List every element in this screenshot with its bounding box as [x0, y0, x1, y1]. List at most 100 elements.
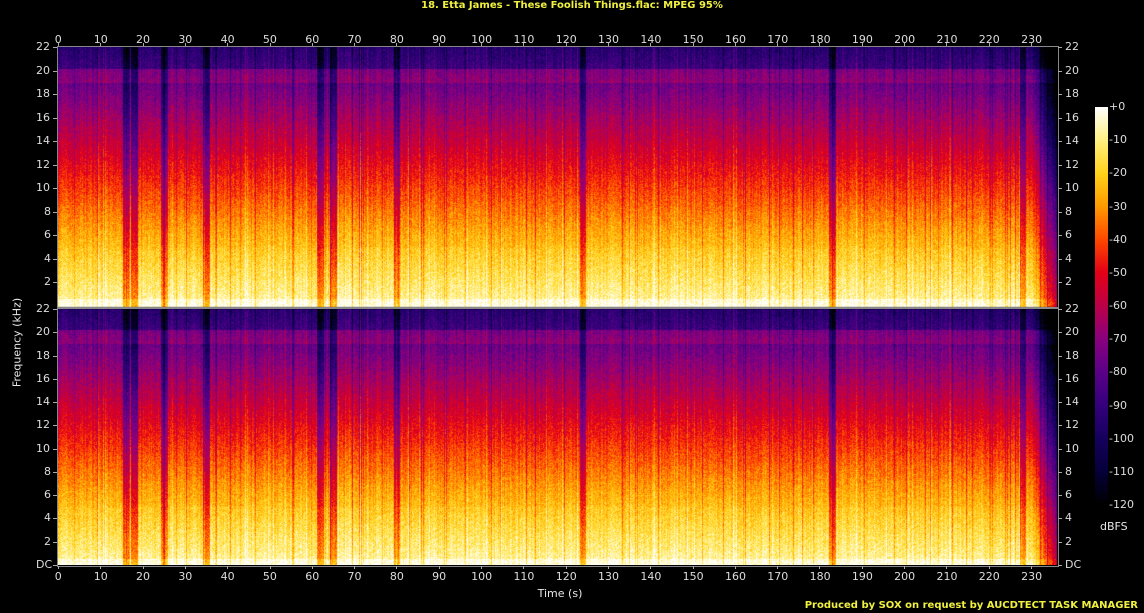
x-tick-label-bottom: 90 [432, 570, 447, 583]
plot-frame-bottom [57, 308, 1059, 567]
tick-mark [1058, 70, 1062, 72]
tick-mark [1058, 448, 1062, 450]
y-tick-label-right: 2 [1065, 534, 1072, 548]
tick-mark [988, 43, 990, 46]
tick-mark [734, 566, 736, 569]
y-tick-label-right: 6 [1065, 488, 1072, 502]
tick-mark [607, 566, 609, 569]
x-tick-label-bottom: 130 [598, 570, 620, 583]
colorbar-tick-label: -120 [1109, 498, 1134, 511]
tick-mark [354, 566, 356, 569]
colorbar-label: dBFS [1100, 520, 1128, 533]
y-tick-label-left: 18 [36, 87, 50, 101]
x-tick-label-bottom: 60 [305, 570, 320, 583]
y-tick-label-left: 16 [36, 110, 50, 124]
tick-mark [861, 566, 863, 569]
tick-mark [354, 43, 356, 46]
y-tick-label-right: 12 [1065, 157, 1079, 171]
tick-mark [1058, 188, 1062, 190]
colorbar-tick-label: -10 [1109, 133, 1127, 147]
tick-mark [1058, 425, 1062, 427]
tick-mark [53, 378, 57, 380]
tick-mark [481, 43, 483, 46]
y-tick-label-left: 12 [36, 157, 50, 171]
y-tick-label-right: DC [1065, 558, 1082, 571]
y-tick-label-right: 10 [1065, 181, 1079, 195]
tick-mark [396, 566, 398, 569]
tick-mark [227, 566, 229, 569]
tick-mark [1058, 471, 1062, 473]
y-tick-label-left: 22 [36, 302, 50, 315]
tick-mark [607, 43, 609, 46]
x-tick-label-bottom: 190 [851, 570, 873, 583]
tick-mark [396, 43, 398, 46]
tick-mark [946, 566, 948, 569]
y-tick-label-left: 14 [36, 134, 50, 148]
tick-mark [1058, 355, 1062, 357]
tick-mark [100, 43, 102, 46]
y-tick-label-right: 16 [1065, 371, 1079, 385]
colorbar-tick-label: -90 [1109, 398, 1127, 412]
x-tick-label-bottom: 180 [809, 570, 831, 583]
x-tick-label-bottom: 170 [767, 570, 789, 583]
colorbar-tick-label: -60 [1109, 299, 1127, 312]
plot-frame-top [57, 46, 1059, 308]
tick-mark [565, 566, 567, 569]
tick-mark [311, 566, 313, 569]
y-tick-label-left: 6 [44, 488, 51, 502]
tick-mark [438, 43, 440, 46]
tick-mark [946, 43, 948, 46]
tick-mark [1058, 402, 1062, 404]
tick-mark [53, 141, 57, 143]
y-tick-label-left: 14 [36, 395, 50, 409]
x-tick-label-bottom: 80 [389, 570, 404, 583]
y-tick-label-right: 20 [1065, 325, 1079, 339]
tick-mark [1058, 117, 1062, 119]
tick-mark [53, 471, 57, 473]
tick-mark [819, 566, 821, 569]
y-tick-label-right: 16 [1065, 110, 1079, 124]
tick-mark [1031, 43, 1032, 46]
tick-mark [777, 43, 779, 46]
y-tick-label-left: 12 [36, 418, 50, 432]
y-tick-label-right: 8 [1065, 204, 1072, 218]
tick-mark [53, 211, 57, 213]
tick-mark [53, 541, 57, 543]
y-tick-label-left: 16 [36, 371, 50, 385]
tick-mark [1058, 309, 1062, 310]
x-tick-label-bottom: 120 [555, 570, 577, 583]
tick-mark [1058, 565, 1062, 566]
tick-mark [988, 566, 990, 569]
tick-mark [53, 565, 57, 566]
x-tick-label-bottom: 40 [220, 570, 235, 583]
tick-mark [1031, 566, 1032, 569]
tick-mark [53, 282, 57, 284]
tick-mark [1058, 332, 1062, 334]
x-tick-label-bottom: 50 [262, 570, 277, 583]
x-tick-label-bottom: 70 [347, 570, 362, 583]
tick-mark [53, 235, 57, 237]
tick-mark [53, 518, 57, 520]
tick-mark [1058, 47, 1062, 48]
tick-mark [523, 566, 525, 569]
x-axis-label: Time (s) [537, 587, 583, 600]
chart-title: 18. Etta James - These Foolish Things.fl… [421, 0, 723, 11]
y-tick-label-left: 8 [44, 464, 51, 478]
x-tick-label-bottom: 10 [93, 570, 108, 583]
colorbar-tick-label: -80 [1109, 365, 1127, 379]
y-tick-label-right: 4 [1065, 251, 1072, 265]
tick-mark [1058, 518, 1062, 520]
tick-mark [1058, 282, 1062, 284]
tick-mark [1058, 541, 1062, 543]
x-tick-label-bottom: 210 [936, 570, 958, 583]
tick-mark [53, 47, 57, 48]
tick-mark [438, 566, 440, 569]
tick-mark [650, 566, 652, 569]
colorbar [1095, 107, 1108, 505]
tick-mark [481, 566, 483, 569]
y-tick-label-left: 22 [36, 40, 50, 53]
tick-mark [53, 332, 57, 334]
x-tick-label-bottom: 0 [54, 570, 62, 583]
tick-mark [53, 402, 57, 404]
tick-mark [184, 566, 186, 569]
